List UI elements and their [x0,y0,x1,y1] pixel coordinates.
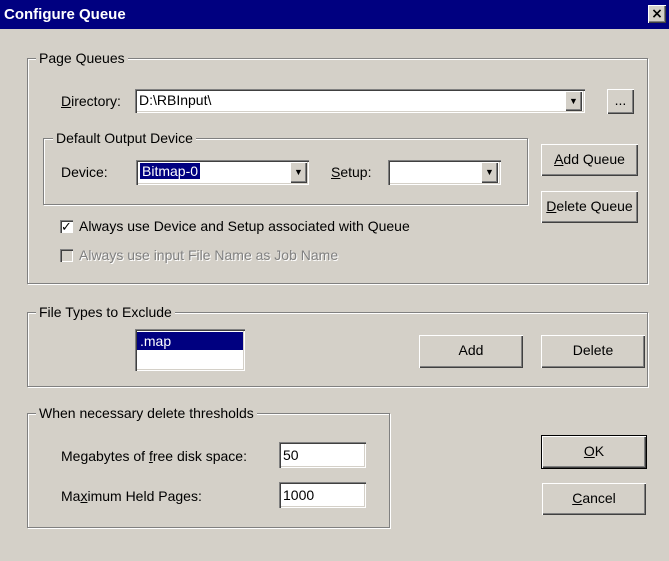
max-held-field[interactable]: 1000 [279,482,366,508]
file-types-listbox[interactable]: .map [135,329,245,371]
always-use-device-label: Always use Device and Setup associated w… [79,218,410,234]
delete-button[interactable]: Delete [541,335,645,368]
setup-dropdown-icon[interactable]: ▼ [481,162,498,183]
page-queues-legend: Page Queues [36,50,128,66]
browse-button[interactable]: ... [607,89,634,114]
device-dropdown-icon[interactable]: ▼ [290,162,307,183]
window-title: Configure Queue [4,6,126,23]
directory-label: Directory: [61,93,121,109]
add-button[interactable]: Add [419,335,523,368]
directory-combobox[interactable]: D:\RBInput\ [135,89,585,113]
ok-button[interactable]: OK [541,435,647,469]
cancel-button[interactable]: Cancel [542,483,646,515]
add-queue-button[interactable]: Add Queue [541,144,638,176]
device-combobox[interactable]: Bitmap-0 [136,160,309,185]
title-bar: Configure Queue × [0,0,669,29]
always-use-filename-checkbox[interactable] [60,249,73,262]
close-icon[interactable]: × [648,5,666,23]
default-output-legend: Default Output Device [53,130,196,146]
free-space-field[interactable]: 50 [279,442,366,468]
always-use-filename-label: Always use input File Name as Job Name [79,247,339,263]
max-held-label: Maximum Held Pages: [61,488,202,504]
list-item[interactable]: .map [137,332,243,350]
free-space-label: Megabytes of free disk space: [61,448,247,464]
file-types-legend: File Types to Exclude [36,304,175,320]
setup-label: Setup: [331,164,372,180]
always-use-device-checkbox[interactable]: ✓ [60,220,73,233]
delete-queue-button[interactable]: Delete Queue [541,191,638,223]
thresholds-legend: When necessary delete thresholds [36,405,257,421]
thresholds-group [27,413,390,528]
directory-dropdown-icon[interactable]: ▼ [565,91,582,111]
device-label: Device: [61,164,108,180]
device-value: Bitmap-0 [140,163,201,179]
